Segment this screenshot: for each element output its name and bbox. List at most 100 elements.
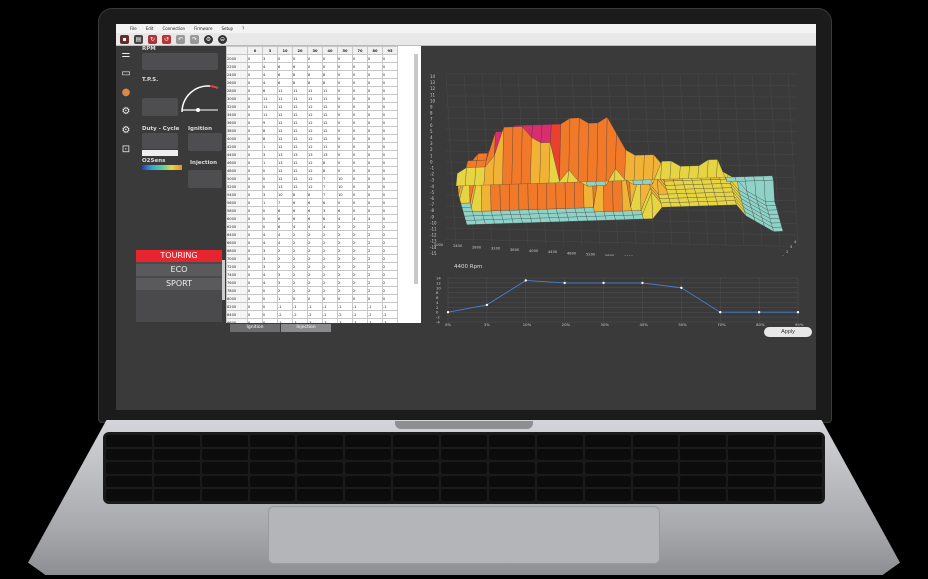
table-cell[interactable]: 6: [307, 214, 323, 223]
gears-icon[interactable]: ⚙: [121, 106, 132, 117]
table-cell[interactable]: 12: [322, 134, 338, 143]
table-cell[interactable]: 0: [247, 142, 263, 151]
table-cell[interactable]: 8: [307, 190, 323, 199]
table-cell[interactable]: 2: [367, 278, 383, 287]
table-cell[interactable]: 0: [382, 142, 398, 151]
redo-icon[interactable]: ↷: [190, 34, 199, 44]
table-cell[interactable]: 0: [352, 206, 368, 215]
table-cell[interactable]: 6: [277, 222, 293, 231]
table-cell[interactable]: 3: [262, 150, 278, 159]
table-cell[interactable]: 12: [307, 118, 323, 127]
table-cell[interactable]: 10: [277, 190, 293, 199]
table-cell[interactable]: 2: [337, 262, 353, 271]
table-cell[interactable]: 0: [367, 142, 383, 151]
table-cell[interactable]: 0: [352, 166, 368, 175]
table-cell[interactable]: 12: [292, 110, 308, 119]
table-cell[interactable]: 2: [352, 246, 368, 255]
table-cell[interactable]: 2: [337, 278, 353, 287]
table-cell[interactable]: 0: [352, 110, 368, 119]
table-cell[interactable]: 0: [382, 182, 398, 191]
table-cell[interactable]: 1: [277, 294, 293, 303]
table-cell[interactable]: 4: [262, 230, 278, 239]
table-cell[interactable]: 0: [307, 62, 323, 71]
table-cell[interactable]: 0: [382, 126, 398, 135]
table-cell[interactable]: 0: [262, 174, 278, 183]
table-cell[interactable]: 0: [292, 54, 308, 63]
table-cell[interactable]: 12: [292, 174, 308, 183]
table-cell[interactable]: 2: [307, 230, 323, 239]
table-scrollbar[interactable]: [414, 54, 418, 284]
table-cell[interactable]: 12: [292, 134, 308, 143]
menu-item-connection[interactable]: Connection: [162, 26, 185, 31]
table-cell[interactable]: -1: [277, 302, 293, 311]
table-cell[interactable]: 6: [277, 214, 293, 223]
table-cell[interactable]: 12: [292, 166, 308, 175]
table-cell[interactable]: 2: [352, 278, 368, 287]
mode-sport[interactable]: SPORT: [136, 278, 222, 290]
table-cell[interactable]: 2: [352, 262, 368, 271]
table-cell[interactable]: 2: [337, 270, 353, 279]
table-cell[interactable]: 2: [352, 254, 368, 263]
table-cell[interactable]: 0: [367, 94, 383, 103]
table-cell[interactable]: 12: [322, 126, 338, 135]
tab-ignition[interactable]: Ignition: [230, 324, 280, 332]
menu-item-help[interactable]: ?: [242, 26, 244, 31]
menu-item-firmware[interactable]: Firmware: [194, 26, 212, 31]
table-cell[interactable]: 6: [277, 206, 293, 215]
table-cell[interactable]: 0: [382, 78, 398, 87]
table-cell[interactable]: -3: [307, 318, 323, 323]
table-cell[interactable]: 0: [367, 78, 383, 87]
table-cell[interactable]: 2: [352, 238, 368, 247]
table-cell[interactable]: 4: [322, 222, 338, 231]
table-cell[interactable]: 0: [322, 62, 338, 71]
table-cell[interactable]: 6: [292, 62, 308, 71]
table-cell[interactable]: 0: [307, 294, 323, 303]
table-cell[interactable]: 2: [322, 286, 338, 295]
table-cell[interactable]: 7: [322, 182, 338, 191]
table-cell[interactable]: 4: [307, 222, 323, 231]
table-cell[interactable]: 2: [352, 286, 368, 295]
table-cell[interactable]: 6: [262, 86, 278, 95]
table-cell[interactable]: 12: [277, 134, 293, 143]
table-cell[interactable]: 2: [382, 246, 398, 255]
table-cell[interactable]: 11: [262, 102, 278, 111]
table-cell[interactable]: 2: [367, 262, 383, 271]
table-cell[interactable]: 0: [247, 158, 263, 167]
table-cell[interactable]: 0: [382, 150, 398, 159]
table-cell[interactable]: 0: [337, 166, 353, 175]
table-cell[interactable]: 12: [277, 126, 293, 135]
table-cell[interactable]: 0: [382, 118, 398, 127]
table-cell[interactable]: 2: [277, 286, 293, 295]
table-cell[interactable]: 0: [367, 158, 383, 167]
table-cell[interactable]: 2: [292, 270, 308, 279]
table-cell[interactable]: 0: [247, 110, 263, 119]
rpm-line-chart[interactable]: 4400 Rpm14121086420-2-4 0% 3% 10% 20% 30% 40% 5…: [426, 256, 816, 326]
table-cell[interactable]: 2: [322, 254, 338, 263]
table-cell[interactable]: 0: [352, 190, 368, 199]
table-cell[interactable]: 7: [277, 198, 293, 207]
table-cell[interactable]: 10: [337, 174, 353, 183]
table-cell[interactable]: 4: [262, 78, 278, 87]
table-cell[interactable]: 0: [337, 118, 353, 127]
gear-icon[interactable]: ⚙: [121, 125, 132, 136]
table-cell[interactable]: 0: [367, 86, 383, 95]
table-cell[interactable]: -3: [382, 318, 398, 323]
table-cell[interactable]: 10: [337, 190, 353, 199]
table-cell[interactable]: 2: [307, 246, 323, 255]
table-cell[interactable]: -2: [352, 310, 368, 319]
table-cell[interactable]: 0: [262, 302, 278, 311]
table-cell[interactable]: 2: [382, 222, 398, 231]
table-cell[interactable]: 2: [337, 230, 353, 239]
table-cell[interactable]: 12: [307, 182, 323, 191]
table-cell[interactable]: -1: [307, 302, 323, 311]
table-cell[interactable]: 0: [367, 294, 383, 303]
table-cell[interactable]: 0: [382, 174, 398, 183]
table-cell[interactable]: 11: [322, 142, 338, 151]
table-cell[interactable]: 0: [247, 150, 263, 159]
table-cell[interactable]: 2: [292, 246, 308, 255]
table-cell[interactable]: 2: [322, 238, 338, 247]
table-cell[interactable]: 0: [247, 118, 263, 127]
table-cell[interactable]: -2: [367, 310, 383, 319]
table-cell[interactable]: 0: [337, 70, 353, 79]
table-cell[interactable]: 0: [247, 302, 263, 311]
